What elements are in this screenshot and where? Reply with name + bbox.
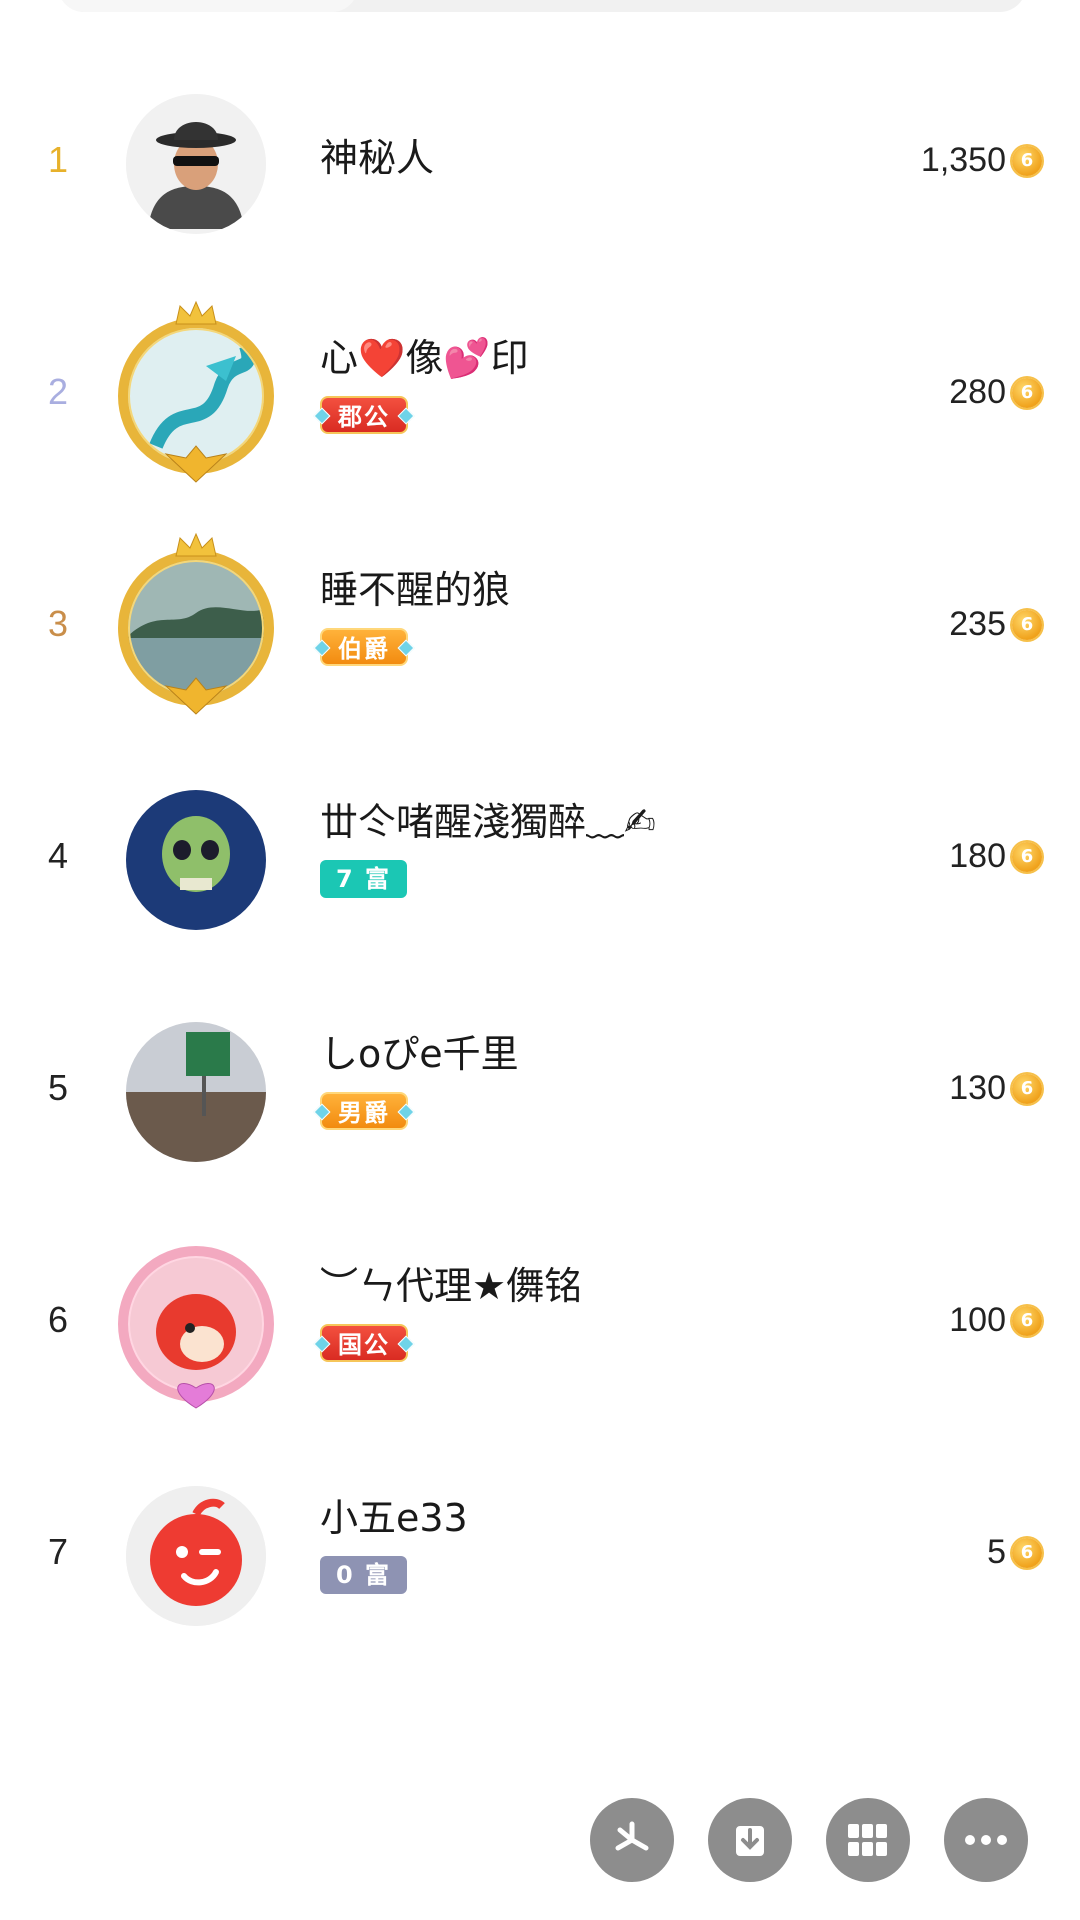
rank-number: 1 (48, 139, 69, 180)
user-name[interactable]: 神秘人 (320, 134, 434, 182)
avatar[interactable] (126, 94, 266, 234)
wing-ornament-icon (164, 677, 228, 715)
crown-icon (175, 300, 217, 325)
crown-icon (175, 532, 217, 557)
rank-number: 2 (48, 371, 69, 412)
leaderboard-row-1[interactable]: 1 神秘人 1,350 6 (0, 48, 1080, 278)
download-button[interactable] (708, 1798, 792, 1882)
user-name[interactable]: ︶ㄣ代理★儛铭 (320, 1262, 582, 1310)
rank-number: 3 (48, 603, 69, 644)
badge-gem-icon (397, 1335, 415, 1353)
coin-icon: 6 (1012, 1306, 1042, 1336)
badge-gem-icon (313, 639, 331, 657)
user-name[interactable]: 睡不醒的狼 (320, 566, 510, 614)
title-badge: 郡公 (313, 396, 415, 434)
coin-icon: 6 (1012, 1538, 1042, 1568)
badge-gem-icon (313, 1335, 331, 1353)
avatar[interactable] (118, 1246, 274, 1409)
coin-count: 180 (949, 837, 1006, 875)
leaderboard-row-7[interactable]: 7 小五e33 0 富 5 6 (0, 1440, 1080, 1670)
rank-number: 4 (48, 835, 69, 876)
user-name[interactable]: 小五e33 (320, 1494, 468, 1542)
coin-count: 130 (949, 1069, 1006, 1107)
more-button[interactable] (944, 1798, 1028, 1882)
leaderboard-row-6[interactable]: 6 ︶ㄣ代理★儛铭 国公 100 6 (0, 1208, 1080, 1438)
leaderboard-row-4[interactable]: 4 丗仒啫醒淺獨醉﹏✍ 7 富 180 6 (0, 744, 1080, 974)
pinwheel-icon (615, 1821, 649, 1851)
more-icon (965, 1835, 1007, 1845)
coin-icon: 6 (1012, 146, 1042, 176)
user-name[interactable]: 丗仒啫醒淺獨醉﹏✍ (320, 798, 656, 846)
wealth-level-badge: 7 富 (320, 860, 408, 898)
pinwheel-button[interactable] (590, 1798, 674, 1882)
title-badge: 男爵 (313, 1092, 415, 1130)
leaderboard-row-2[interactable]: 2 心❤️像💕印 郡公 280 6 (0, 280, 1080, 510)
avatar[interactable] (118, 532, 274, 715)
rank-number: 6 (48, 1299, 69, 1340)
coin-count: 280 (949, 373, 1006, 411)
download-icon (736, 1826, 764, 1856)
avatar[interactable] (126, 1486, 266, 1626)
coin-icon: 6 (1012, 610, 1042, 640)
rank-number: 7 (48, 1531, 69, 1572)
coin-icon: 6 (1012, 842, 1042, 872)
wing-ornament-icon (164, 445, 228, 483)
title-badge: 伯爵 (313, 628, 415, 666)
coin-icon: 6 (1012, 1074, 1042, 1104)
badge-gem-icon (313, 1103, 331, 1121)
coin-count: 5 (987, 1533, 1006, 1571)
user-name[interactable]: しoぴe千里 (320, 1030, 519, 1078)
top-tab-bar[interactable] (58, 0, 1026, 12)
badge-gem-icon (313, 407, 331, 425)
highway-sign-avatar (126, 1022, 266, 1162)
heart-ornament-icon (177, 1383, 215, 1409)
avatar[interactable] (126, 1022, 266, 1162)
active-tab-segment[interactable] (58, 0, 358, 12)
title-badge: 国公 (313, 1324, 415, 1362)
badge-gem-icon (397, 639, 415, 657)
coin-icon: 6 (1012, 378, 1042, 408)
grid-icon (848, 1824, 887, 1856)
leaderboard-row-3[interactable]: 3 睡不醒的狼 伯爵 235 6 (0, 512, 1080, 742)
avatar[interactable] (118, 300, 274, 483)
red-wink-avatar (126, 1486, 266, 1626)
avatar[interactable] (126, 790, 266, 930)
coin-count: 100 (949, 1301, 1006, 1339)
coin-count: 235 (949, 605, 1006, 643)
skull-avatar (126, 790, 266, 930)
wealth-level-badge: 0 富 (320, 1556, 408, 1594)
coin-count: 1,350 (920, 141, 1006, 179)
user-name[interactable]: 心❤️像💕印 (320, 334, 529, 382)
mystery-man-avatar (126, 94, 266, 234)
grid-button[interactable] (826, 1798, 910, 1882)
rank-number: 5 (48, 1067, 69, 1108)
badge-gem-icon (397, 407, 415, 425)
badge-gem-icon (397, 1103, 415, 1121)
leaderboard-row-5[interactable]: 5 しoぴe千里 男爵 130 6 (0, 976, 1080, 1206)
